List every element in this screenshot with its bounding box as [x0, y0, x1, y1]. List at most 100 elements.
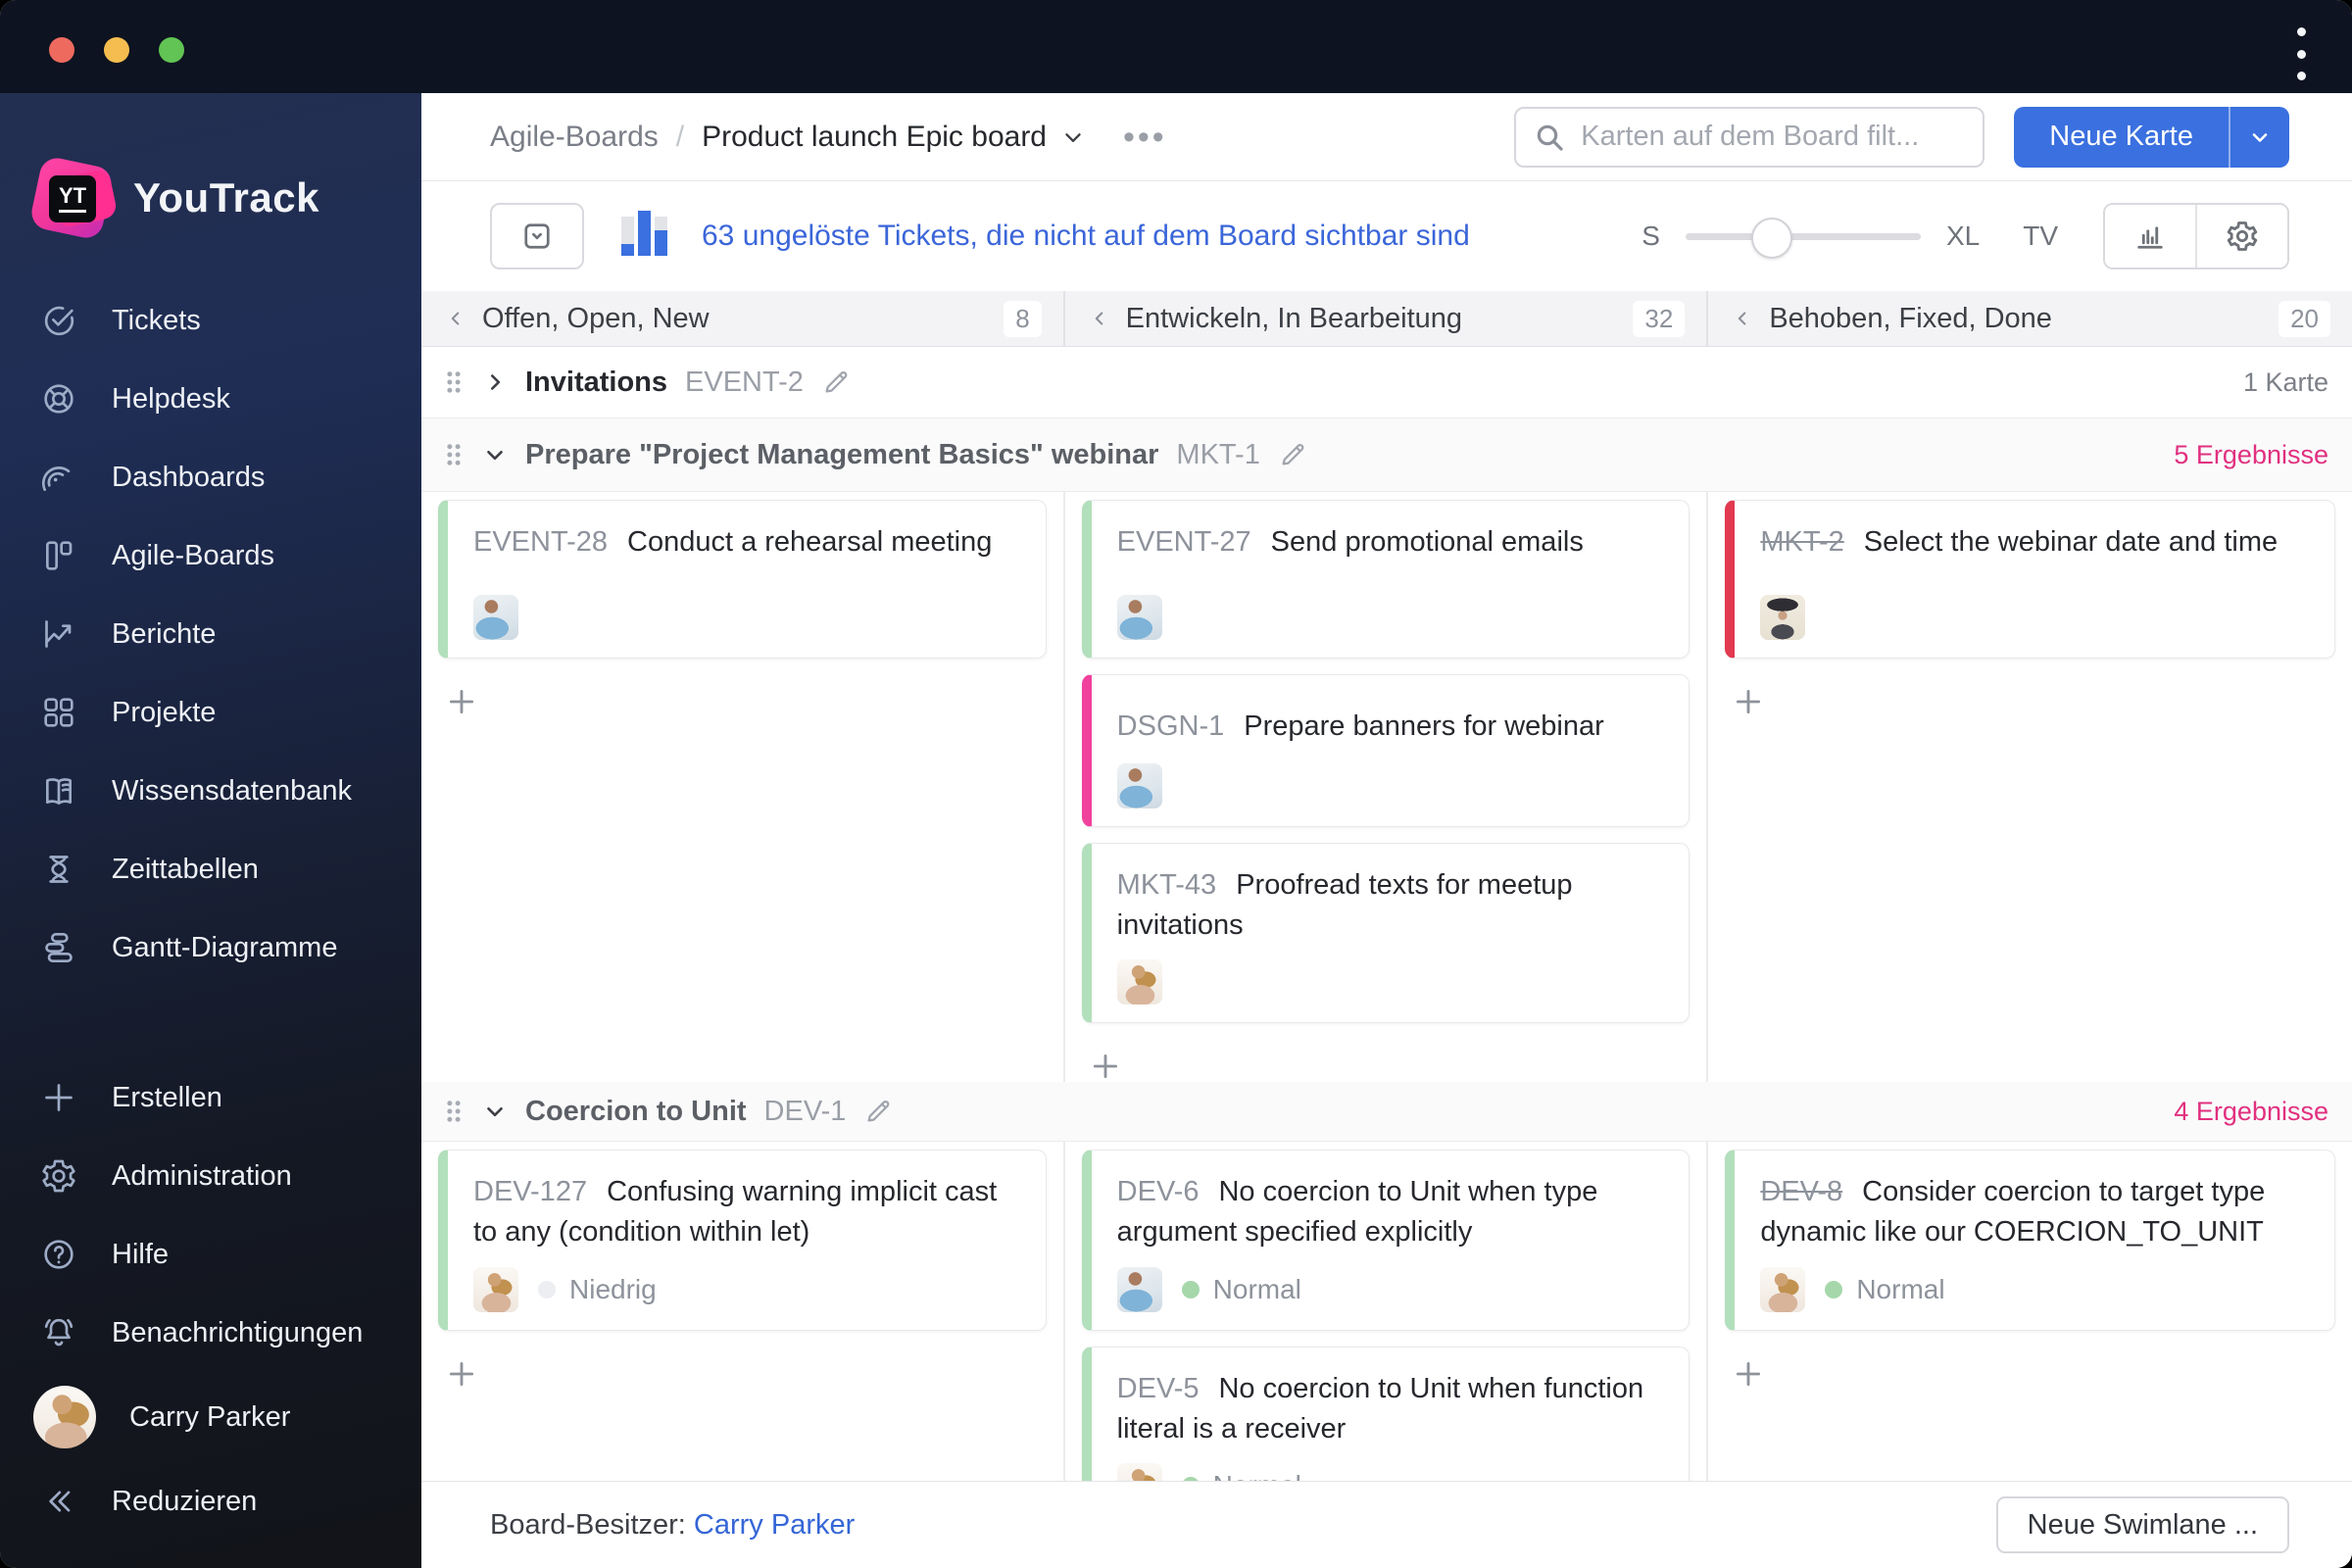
card-DEV-6[interactable]: DEV-6 No coercion to Unit when type argum…	[1081, 1150, 1690, 1331]
sidebar-user-profile[interactable]: Carry Parker	[0, 1372, 421, 1462]
bell-icon	[44, 1318, 74, 1347]
assignee-avatar	[1116, 595, 1162, 640]
slider-knob[interactable]	[1751, 218, 1793, 259]
search-input[interactable]	[1514, 106, 1985, 168]
card-EVENT-27[interactable]: EVENT-27 Send promotional emails	[1081, 500, 1690, 659]
chart-columns-icon	[2137, 226, 2163, 249]
sidebar-item-berichte[interactable]: Berichte	[0, 595, 421, 673]
board-columns-icon	[46, 541, 73, 570]
sidebar-collapse-button[interactable]: Reduzieren	[0, 1462, 421, 1541]
card-DEV-8[interactable]: DEV-8 Consider coercion to target type dy…	[1725, 1150, 2335, 1331]
drag-handle-icon[interactable]	[443, 1095, 465, 1128]
assignee-avatar	[473, 595, 518, 640]
column-header-in-progress[interactable]: Entwickeln, In Bearbeitung 32	[1065, 291, 1709, 346]
hidden-tickets-link[interactable]: 63 ungelöste Tickets, die nicht auf dem …	[702, 220, 1470, 253]
board-column-cell: DEV-127 Confusing warning implicit cast t…	[421, 1142, 1065, 1481]
assignee-avatar	[1760, 1266, 1806, 1312]
card-EVENT-28[interactable]: EVENT-28 Conduct a rehearsal meeting	[438, 500, 1047, 659]
sidebar-item-zeittabellen[interactable]: Zeittabellen	[0, 830, 421, 908]
plus-icon	[1093, 1054, 1117, 1079]
drag-handle-icon[interactable]	[443, 366, 465, 399]
book-icon	[46, 778, 72, 805]
search-icon	[1538, 124, 1563, 151]
drag-handle-icon[interactable]	[443, 438, 465, 471]
card-DSGN-1[interactable]: DSGN-1 Prepare banners for webinar	[1081, 674, 1690, 827]
sidebar-item-wissensdatenbank[interactable]: Wissensdatenbank	[0, 752, 421, 830]
new-card-dropdown-button[interactable]	[2229, 106, 2289, 168]
sidebar-item-erstellen[interactable]: Erstellen	[0, 1058, 421, 1137]
add-card-button[interactable]	[1727, 1352, 1770, 1396]
new-card-button[interactable]: Neue Karte	[2014, 106, 2229, 168]
hidden-tickets-chart-icon[interactable]	[613, 205, 676, 268]
card-DEV-5[interactable]: DEV-5 No coercion to Unit when function l…	[1081, 1346, 1690, 1481]
swimlane-cards-webinar: EVENT-28 Conduct a rehearsal meeting EVEN…	[421, 492, 2352, 1083]
window-controls	[49, 37, 184, 63]
sidebar-item-projekte[interactable]: Projekte	[0, 673, 421, 752]
add-card-button[interactable]	[1727, 680, 1770, 723]
card-size-slider[interactable]	[1685, 205, 1921, 268]
plus-icon	[449, 1361, 474, 1386]
edit-pencil-icon[interactable]	[821, 368, 851, 397]
card-DEV-127[interactable]: DEV-127 Confusing warning implicit cast t…	[438, 1150, 1047, 1331]
tv-mode-button[interactable]: TV	[2023, 220, 2058, 252]
sidebar-item-dashboards[interactable]: Dashboards	[0, 438, 421, 516]
card-MKT-2[interactable]: MKT-2 Select the webinar date and time	[1725, 500, 2335, 659]
add-card-button[interactable]	[1084, 1045, 1127, 1082]
card-id: DEV-6	[1116, 1176, 1200, 1208]
swimlane-ticket-ref[interactable]: MKT-1	[1176, 439, 1259, 471]
board-settings-button[interactable]	[2195, 205, 2287, 268]
priority-label: Normal	[1212, 1273, 1301, 1304]
close-window-button[interactable]	[49, 37, 74, 63]
sidebar-bottom-nav: Erstellen Administration Hilfe Benachric…	[0, 1058, 421, 1541]
swimlane-ticket-ref[interactable]: EVENT-2	[685, 367, 804, 399]
swimlane-title[interactable]: Prepare "Project Management Basics" webi…	[525, 439, 1158, 471]
chevron-down-icon[interactable]	[482, 1099, 508, 1124]
collapse-double-chevron-icon	[49, 1491, 71, 1512]
card-id: MKT-43	[1116, 869, 1217, 901]
gear-icon	[2227, 221, 2258, 251]
edit-pencil-icon[interactable]	[863, 1097, 893, 1126]
slider-track[interactable]	[1685, 233, 1921, 240]
card-title: Send promotional emails	[1270, 526, 1584, 558]
priority-field: Normal	[1181, 1470, 1301, 1481]
app-logo[interactable]: YT YouTrack	[0, 93, 421, 264]
sidebar-item-hilfe[interactable]: Hilfe	[0, 1215, 421, 1294]
gantt-bars-icon	[45, 932, 73, 963]
sidebar-item-benachrichtigungen[interactable]: Benachrichtigungen	[0, 1294, 421, 1372]
browser-menu-icon[interactable]	[2281, 27, 2321, 80]
sidebar-item-gantt-diagramme[interactable]: Gantt-Diagramme	[0, 908, 421, 987]
chevron-down-icon	[2252, 132, 2268, 142]
swimlane-title[interactable]: Invitations	[525, 367, 667, 399]
sidebar-item-agile-boards[interactable]: Agile-Boards	[0, 516, 421, 595]
swimlane-header-invitations: Invitations EVENT-2 1 Karte	[421, 347, 2352, 418]
chevron-left-icon	[451, 312, 460, 325]
zoom-window-button[interactable]	[159, 37, 184, 63]
sidebar-item-helpdesk[interactable]: Helpdesk	[0, 360, 421, 438]
card-MKT-43[interactable]: MKT-43 Proofread texts for meetup invitat…	[1081, 843, 1690, 1024]
chevron-right-icon[interactable]	[482, 369, 508, 395]
swimlane-ticket-ref[interactable]: DEV-1	[764, 1096, 847, 1128]
add-card-button[interactable]	[440, 1352, 483, 1396]
board-title-menu[interactable]: Product launch Epic board	[702, 121, 1086, 154]
sidebar-item-administration[interactable]: Administration	[0, 1137, 421, 1215]
swimlane-card-count: 1 Karte	[2242, 367, 2328, 397]
sidebar-item-tickets[interactable]: Tickets	[0, 281, 421, 360]
breadcrumb-agile-boards[interactable]: Agile-Boards	[490, 121, 659, 154]
backlog-panel-button[interactable]	[490, 203, 584, 270]
chevron-left-icon	[1739, 312, 1746, 325]
app-window: YT YouTrack Tickets Helpdesk Dashboards	[0, 0, 2352, 1568]
column-header-open[interactable]: Offen, Open, New 8	[421, 291, 1065, 346]
minimize-window-button[interactable]	[104, 37, 129, 63]
swimlane-title[interactable]: Coercion to Unit	[525, 1096, 747, 1128]
swimlane-header-webinar: Prepare "Project Management Basics" webi…	[421, 418, 2352, 492]
board-owner-link[interactable]: Carry Parker	[694, 1509, 855, 1541]
column-header-done[interactable]: Behoben, Fixed, Done 20	[1708, 291, 2352, 346]
lifebuoy-icon	[44, 384, 74, 414]
chevron-down-icon[interactable]	[482, 442, 508, 467]
new-swimlane-button[interactable]: Neue Swimlane ...	[1995, 1496, 2289, 1553]
edit-pencil-icon[interactable]	[1278, 440, 1307, 469]
assignee-avatar	[1760, 595, 1806, 640]
window-titlebar	[0, 0, 2352, 93]
add-card-button[interactable]	[440, 680, 483, 723]
chart-view-button[interactable]	[2105, 205, 2195, 268]
